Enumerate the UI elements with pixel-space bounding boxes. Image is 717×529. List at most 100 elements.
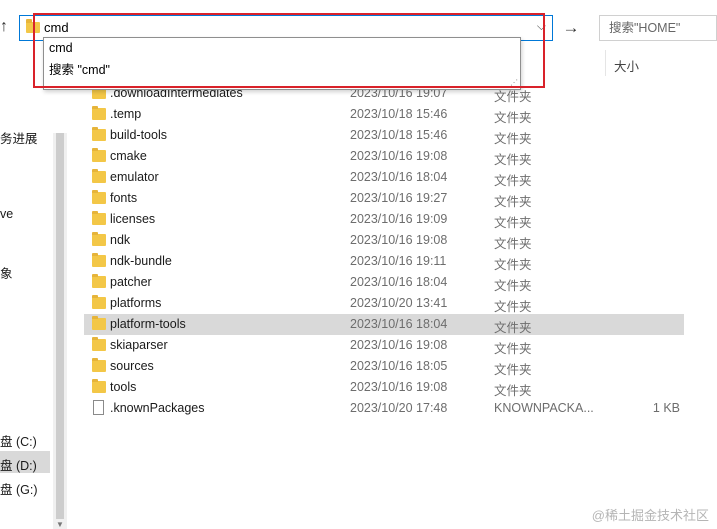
nav-item-2[interactable]: ve: [0, 207, 13, 221]
file-date: 2023/10/20 13:41: [350, 296, 448, 310]
folder-icon: [92, 379, 106, 393]
folder-icon: [92, 358, 106, 372]
file-type: 文件夹: [494, 174, 532, 188]
file-name: emulator: [110, 170, 159, 184]
file-name: build-tools: [110, 128, 167, 142]
file-type: 文件夹: [494, 195, 532, 209]
folder-icon: [26, 19, 40, 33]
table-row[interactable]: platforms 2023/10/20 13:41 文件夹: [84, 293, 684, 314]
nav-scrollbar[interactable]: ▼: [53, 133, 67, 529]
file-type: KNOWNPACKA...: [494, 401, 594, 415]
file-name: platform-tools: [110, 317, 186, 331]
table-row[interactable]: fonts 2023/10/16 19:27 文件夹: [84, 188, 684, 209]
resize-grip-icon[interactable]: ⋰: [510, 79, 518, 87]
folder-icon: [92, 127, 106, 141]
folder-icon: [92, 337, 106, 351]
table-row[interactable]: cmake 2023/10/16 19:08 文件夹: [84, 146, 684, 167]
file-type: 文件夹: [494, 237, 532, 251]
folder-icon: [92, 232, 106, 246]
nav-scrollbar-thumb[interactable]: [56, 133, 64, 519]
file-name: .temp: [110, 107, 142, 121]
table-row[interactable]: licenses 2023/10/16 19:09 文件夹: [84, 209, 684, 230]
file-type: 文件夹: [494, 384, 532, 398]
file-name: sources: [110, 359, 154, 373]
go-arrow-icon[interactable]: →: [560, 17, 582, 39]
file-date: 2023/10/16 18:04: [350, 170, 448, 184]
table-row[interactable]: sources 2023/10/16 18:05 文件夹: [84, 356, 684, 377]
file-icon: [93, 400, 104, 415]
table-row[interactable]: emulator 2023/10/16 18:04 文件夹: [84, 167, 684, 188]
file-name: licenses: [110, 212, 156, 226]
folder-icon: [92, 148, 106, 162]
table-row[interactable]: platform-tools 2023/10/16 18:04 文件夹: [84, 314, 684, 335]
suggestion-search-cmd[interactable]: 搜索 "cmd": [49, 59, 110, 78]
search-box[interactable]: [599, 15, 717, 41]
table-row[interactable]: tools 2023/10/16 19:08 文件夹: [84, 377, 684, 398]
folder-icon: [92, 253, 106, 267]
file-date: 2023/10/16 19:08: [350, 380, 448, 394]
file-type: 文件夹: [494, 132, 532, 146]
nav-item-drive-c[interactable]: 盘 (C:): [0, 431, 37, 450]
column-separator[interactable]: [605, 50, 606, 76]
file-type: 文件夹: [494, 321, 532, 335]
file-name: fonts: [110, 191, 138, 205]
file-date: 2023/10/16 19:09: [350, 212, 448, 226]
file-type: 文件夹: [494, 111, 532, 125]
file-size: 1 KB: [652, 401, 680, 415]
file-date: 2023/10/16 19:08: [350, 338, 448, 352]
file-name: cmake: [110, 149, 147, 163]
watermark: @稀土掘金技术社区: [591, 508, 709, 523]
chevron-down-icon[interactable]: ⌵: [537, 19, 546, 34]
file-date: 2023/10/18 15:46: [350, 107, 448, 121]
table-row[interactable]: skiaparser 2023/10/16 19:08 文件夹: [84, 335, 684, 356]
table-row[interactable]: ndk 2023/10/16 19:08 文件夹: [84, 230, 684, 251]
folder-icon: [92, 190, 106, 204]
file-date: 2023/10/16 18:04: [350, 275, 448, 289]
file-date: 2023/10/18 15:46: [350, 128, 448, 142]
table-row[interactable]: ndk-bundle 2023/10/16 19:11 文件夹: [84, 251, 684, 272]
file-name: platforms: [110, 296, 162, 310]
file-type: 文件夹: [494, 279, 532, 293]
nav-item-drive-d[interactable]: 盘 (D:): [0, 451, 50, 473]
file-type: 文件夹: [494, 216, 532, 230]
file-date: 2023/10/16 18:04: [350, 317, 448, 331]
file-type: 文件夹: [494, 258, 532, 272]
nav-item-3[interactable]: 象: [0, 263, 13, 282]
file-name: skiaparser: [110, 338, 168, 352]
file-date: 2023/10/16 19:11: [350, 254, 447, 268]
file-name: ndk-bundle: [110, 254, 172, 268]
file-name: tools: [110, 380, 137, 394]
file-date: 2023/10/16 18:05: [350, 359, 448, 373]
file-name: .knownPackages: [110, 401, 205, 415]
folder-icon: [92, 169, 106, 183]
nav-item-drive-g[interactable]: 盘 (G:): [0, 479, 38, 498]
scroll-down-icon[interactable]: ▼: [56, 520, 64, 529]
address-input[interactable]: cmd: [44, 20, 69, 35]
file-date: 2023/10/20 17:48: [350, 401, 448, 415]
suggestion-cmd[interactable]: cmd: [49, 41, 73, 55]
file-name: ndk: [110, 233, 131, 247]
file-date: 2023/10/16 19:08: [350, 233, 448, 247]
file-type: 文件夹: [494, 300, 532, 314]
file-type: 文件夹: [494, 363, 532, 377]
table-row[interactable]: build-tools 2023/10/18 15:46 文件夹: [84, 125, 684, 146]
folder-icon: [92, 211, 106, 225]
file-name: patcher: [110, 275, 152, 289]
folder-icon: [92, 295, 106, 309]
nav-item-1[interactable]: 务进展: [0, 128, 38, 147]
file-date: 2023/10/16 19:08: [350, 149, 448, 163]
up-arrow-icon[interactable]: ↑: [0, 16, 12, 38]
table-row[interactable]: .temp 2023/10/18 15:46 文件夹: [84, 104, 684, 125]
navigation-pane: 务进展 ve 象 盘 (C:) 盘 (D:) 盘 (G:): [0, 56, 52, 529]
autocomplete-dropdown: cmd 搜索 "cmd" ⋰: [43, 37, 521, 90]
search-input[interactable]: [600, 16, 716, 40]
folder-icon: [92, 106, 106, 120]
folder-icon: [92, 274, 106, 288]
table-row[interactable]: .knownPackages 2023/10/20 17:48 KNOWNPACKA…: [84, 398, 684, 419]
file-date: 2023/10/16 19:27: [350, 191, 448, 205]
file-type: 文件夹: [494, 342, 532, 356]
folder-icon: [92, 316, 106, 330]
table-row[interactable]: patcher 2023/10/16 18:04 文件夹: [84, 272, 684, 293]
file-type: 文件夹: [494, 153, 532, 167]
column-size[interactable]: 大小: [614, 56, 639, 75]
